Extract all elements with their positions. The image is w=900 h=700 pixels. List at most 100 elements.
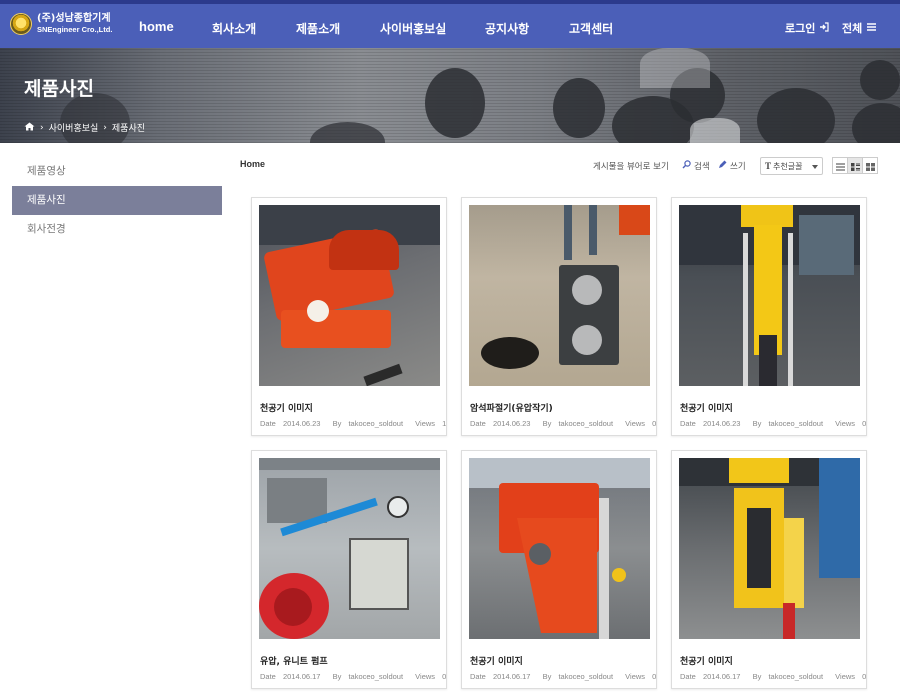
gallery-card[interactable]: 천공기 이미지 Date 2014.06.23 By takoceo_soldo…: [671, 197, 867, 436]
breadcrumb-item[interactable]: 제품사진: [112, 121, 145, 134]
brand-name-korean: (주)성남종합기계: [37, 13, 111, 24]
photo-bg-shape: [729, 458, 789, 483]
search-icon: [682, 160, 691, 172]
photo-bg-shape: [589, 205, 597, 255]
caret-down-icon: [812, 162, 818, 171]
webzine-view-button[interactable]: [847, 157, 863, 174]
board-home-link[interactable]: Home: [240, 159, 265, 169]
card-meta: Date 2014.06.23 By takoceo_soldout Views…: [470, 419, 657, 428]
photo-bg-shape: [799, 215, 854, 275]
card-title[interactable]: 천공기 이미지: [680, 401, 733, 414]
photo-bg-shape: [274, 588, 312, 626]
product-photo-thumbnail[interactable]: [679, 458, 860, 639]
hero-bg-shape: [852, 103, 900, 143]
all-menu-label: 전체: [842, 22, 863, 35]
hero-banner: 제품사진 › 사이버홍보실 › 제품사진: [0, 48, 900, 143]
brand-name-english: SNEngineer Cro.,Ltd.: [37, 25, 113, 34]
card-date: 2014.06.17: [702, 672, 741, 681]
photo-bg-shape: [743, 233, 748, 386]
card-title[interactable]: 천공기 이미지: [260, 401, 313, 414]
sidebar-item-product-videos[interactable]: 제품영상: [12, 157, 222, 186]
search-label: 검색: [694, 162, 710, 172]
hero-bg-shape: [757, 88, 835, 143]
search-link[interactable]: 검색: [682, 160, 710, 172]
view-in-viewer-link[interactable]: 게시물을 뷰어로 보기: [593, 160, 669, 172]
gallery-card[interactable]: 천공기 이미지 Date 2014.06.23 By takoceo_soldo…: [251, 197, 447, 436]
photo-bg-shape: [517, 518, 597, 633]
nav-item-notice[interactable]: 공지사항: [485, 20, 529, 37]
hero-bg-shape: [640, 48, 710, 88]
gallery-card[interactable]: 유압, 유니트 펌프 Date 2014.06.17 By takoceo_so…: [251, 450, 447, 689]
login-label: 로그인: [785, 22, 816, 35]
breadcrumb: › 사이버홍보실 › 제품사진: [24, 121, 145, 134]
card-views: 0: [652, 419, 657, 428]
card-title[interactable]: 암석파절기(유압작기): [470, 401, 553, 414]
nav-item-customer-center[interactable]: 고객센터: [569, 20, 613, 37]
pencil-icon: [718, 160, 727, 172]
hero-bg-shape: [553, 78, 605, 138]
gallery-view-button[interactable]: [862, 157, 878, 174]
nav-item-company[interactable]: 회사소개: [212, 20, 256, 37]
view-in-viewer-label: 게시물을 뷰어로 보기: [593, 162, 669, 172]
product-photo-thumbnail[interactable]: [679, 205, 860, 386]
gallery-card[interactable]: 천공기 이미지 Date 2014.06.17 By takoceo_soldo…: [671, 450, 867, 689]
card-author: takoceo_soldout: [558, 419, 614, 428]
gallery-card[interactable]: 암석파절기(유압작기) Date 2014.06.23 By takoceo_s…: [461, 197, 657, 436]
all-menu-button[interactable]: 전체: [842, 20, 877, 36]
photo-bg-shape: [363, 363, 403, 386]
photo-bg-shape: [599, 498, 609, 639]
sidebar: 제품영상 제품사진 회사전경: [12, 157, 222, 244]
list-view-button[interactable]: [832, 157, 848, 174]
card-title[interactable]: 천공기 이미지: [470, 654, 523, 667]
sort-select[interactable]: T 추천글꼴: [760, 157, 823, 175]
photo-bg-shape: [259, 458, 440, 470]
gallery-view-icon: [865, 156, 875, 175]
card-author: takoceo_soldout: [768, 419, 824, 428]
product-photo-thumbnail[interactable]: [259, 205, 440, 386]
photo-bg-shape: [529, 543, 551, 565]
card-views: 0: [862, 672, 867, 681]
hamburger-menu-icon: [866, 22, 877, 35]
photo-bg-shape: [349, 538, 409, 610]
product-photo-thumbnail[interactable]: [259, 458, 440, 639]
card-views: 0: [652, 672, 657, 681]
sidebar-item-product-photos[interactable]: 제품사진: [12, 186, 222, 215]
photo-bg-shape: [387, 496, 409, 518]
sign-in-icon: [819, 21, 829, 35]
photo-bg-shape: [788, 233, 793, 386]
sidebar-item-company-view[interactable]: 회사전경: [12, 215, 222, 244]
home-icon[interactable]: [24, 122, 35, 134]
card-meta: Date 2014.06.17 By takoceo_soldout Views…: [470, 672, 657, 681]
write-link[interactable]: 쓰기: [718, 160, 746, 172]
photo-bg-shape: [612, 568, 626, 582]
card-author: takoceo_soldout: [558, 672, 614, 681]
gallery-card[interactable]: 천공기 이미지 Date 2014.06.17 By takoceo_soldo…: [461, 450, 657, 689]
top-navigation-bar: (주)성남종합기계 SNEngineer Cro.,Ltd. home 회사소개…: [0, 0, 900, 52]
card-author: takoceo_soldout: [348, 672, 404, 681]
card-date: 2014.06.17: [282, 672, 321, 681]
product-photo-thumbnail[interactable]: [469, 458, 650, 639]
photo-bg-shape: [619, 205, 650, 235]
card-date: 2014.06.17: [492, 672, 531, 681]
photo-bg-shape: [481, 337, 539, 369]
photo-bg-shape: [572, 275, 602, 305]
card-date: 2014.06.23: [702, 419, 741, 428]
photo-bg-shape: [784, 518, 804, 608]
card-author: takoceo_soldout: [348, 419, 404, 428]
photo-bg-shape: [572, 325, 602, 355]
nav-item-products[interactable]: 제품소개: [296, 20, 340, 37]
card-title[interactable]: 천공기 이미지: [680, 654, 733, 667]
nav-item-home[interactable]: home: [139, 19, 174, 34]
card-title[interactable]: 유압, 유니트 펌프: [260, 654, 328, 667]
breadcrumb-item[interactable]: 사이버홍보실: [49, 121, 99, 134]
nav-item-cyber-pr[interactable]: 사이버홍보실: [380, 20, 446, 37]
card-views: 1: [442, 419, 447, 428]
hero-bg-shape: [860, 60, 900, 100]
card-meta: Date 2014.06.17 By takoceo_soldout Views…: [680, 672, 867, 681]
write-label: 쓰기: [730, 162, 746, 172]
login-link[interactable]: 로그인: [785, 20, 829, 36]
product-photo-thumbnail[interactable]: [469, 205, 650, 386]
photo-bg-shape: [564, 205, 572, 260]
brand-logo[interactable]: (주)성남종합기계 SNEngineer Cro.,Ltd.: [10, 13, 112, 35]
card-date: 2014.06.23: [282, 419, 321, 428]
